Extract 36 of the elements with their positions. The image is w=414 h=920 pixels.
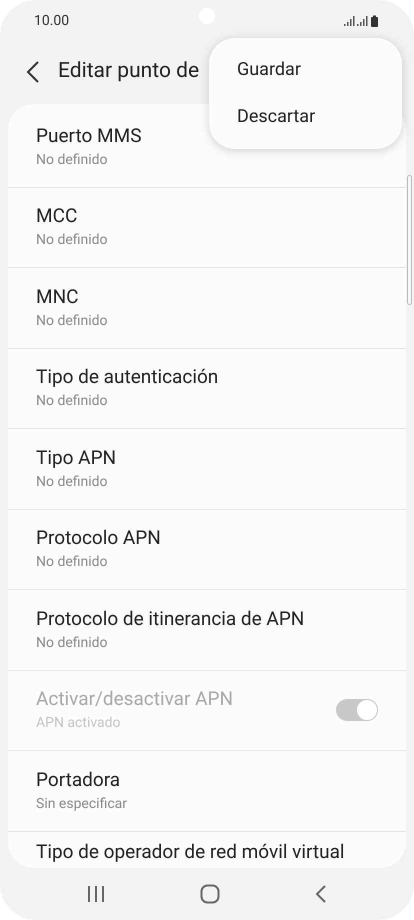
signal-battery-icon [344, 15, 380, 27]
setting-title: Puerto MMS [36, 124, 142, 148]
setting-title: Tipo de operador de red móvil virtual [36, 840, 346, 864]
setting-value: No definido [36, 231, 109, 250]
setting-value: No definido [36, 472, 109, 492]
setting-title: Activar/desactivar APN [36, 687, 234, 712]
setting-row[interactable]: Protocolo APN No definido [8, 510, 406, 590]
setting-value: No definido [36, 553, 109, 572]
back-icon[interactable] [26, 61, 40, 83]
setting-value: Sin especificar [36, 794, 128, 814]
setting-title: Protocolo APN [36, 526, 162, 550]
setting-row[interactable]: Tipo de operador de red móvil virtual [8, 832, 406, 868]
setting-title: Tipo de autenticación [36, 365, 220, 390]
menu-item[interactable]: Guardar [209, 46, 402, 93]
recent-apps-icon[interactable] [87, 885, 106, 903]
setting-value: No definido [36, 634, 109, 653]
setting-row[interactable]: Tipo APN No definido [8, 429, 406, 510]
setting-row[interactable]: MCC No definido [8, 188, 406, 268]
setting-value: APN activado [36, 714, 122, 734]
setting-title: Tipo APN [36, 446, 118, 470]
setting-value: No definido [36, 392, 109, 412]
setting-title: MNC [36, 284, 80, 309]
setting-title: Protocolo de itinerancia de APN [36, 606, 306, 631]
setting-row[interactable]: Protocolo de itinerancia de APN No definido [8, 590, 406, 670]
back-nav-icon[interactable] [314, 885, 327, 903]
setting-title: MCC [36, 204, 78, 228]
setting-title: Portadora [36, 768, 122, 792]
setting-value: No definido [36, 312, 109, 331]
setting-row[interactable]: Portadora Sin especificar [8, 751, 406, 832]
status-time: 10.00 [34, 12, 70, 30]
page-title: Editar punto de [58, 58, 200, 86]
scrollbar[interactable] [407, 175, 412, 305]
home-icon[interactable] [200, 884, 220, 904]
setting-value: No definido [36, 150, 109, 170]
setting-row[interactable]: MNC No definido [8, 268, 406, 348]
setting-row[interactable]: Tipo de autenticación No definido [8, 348, 406, 429]
